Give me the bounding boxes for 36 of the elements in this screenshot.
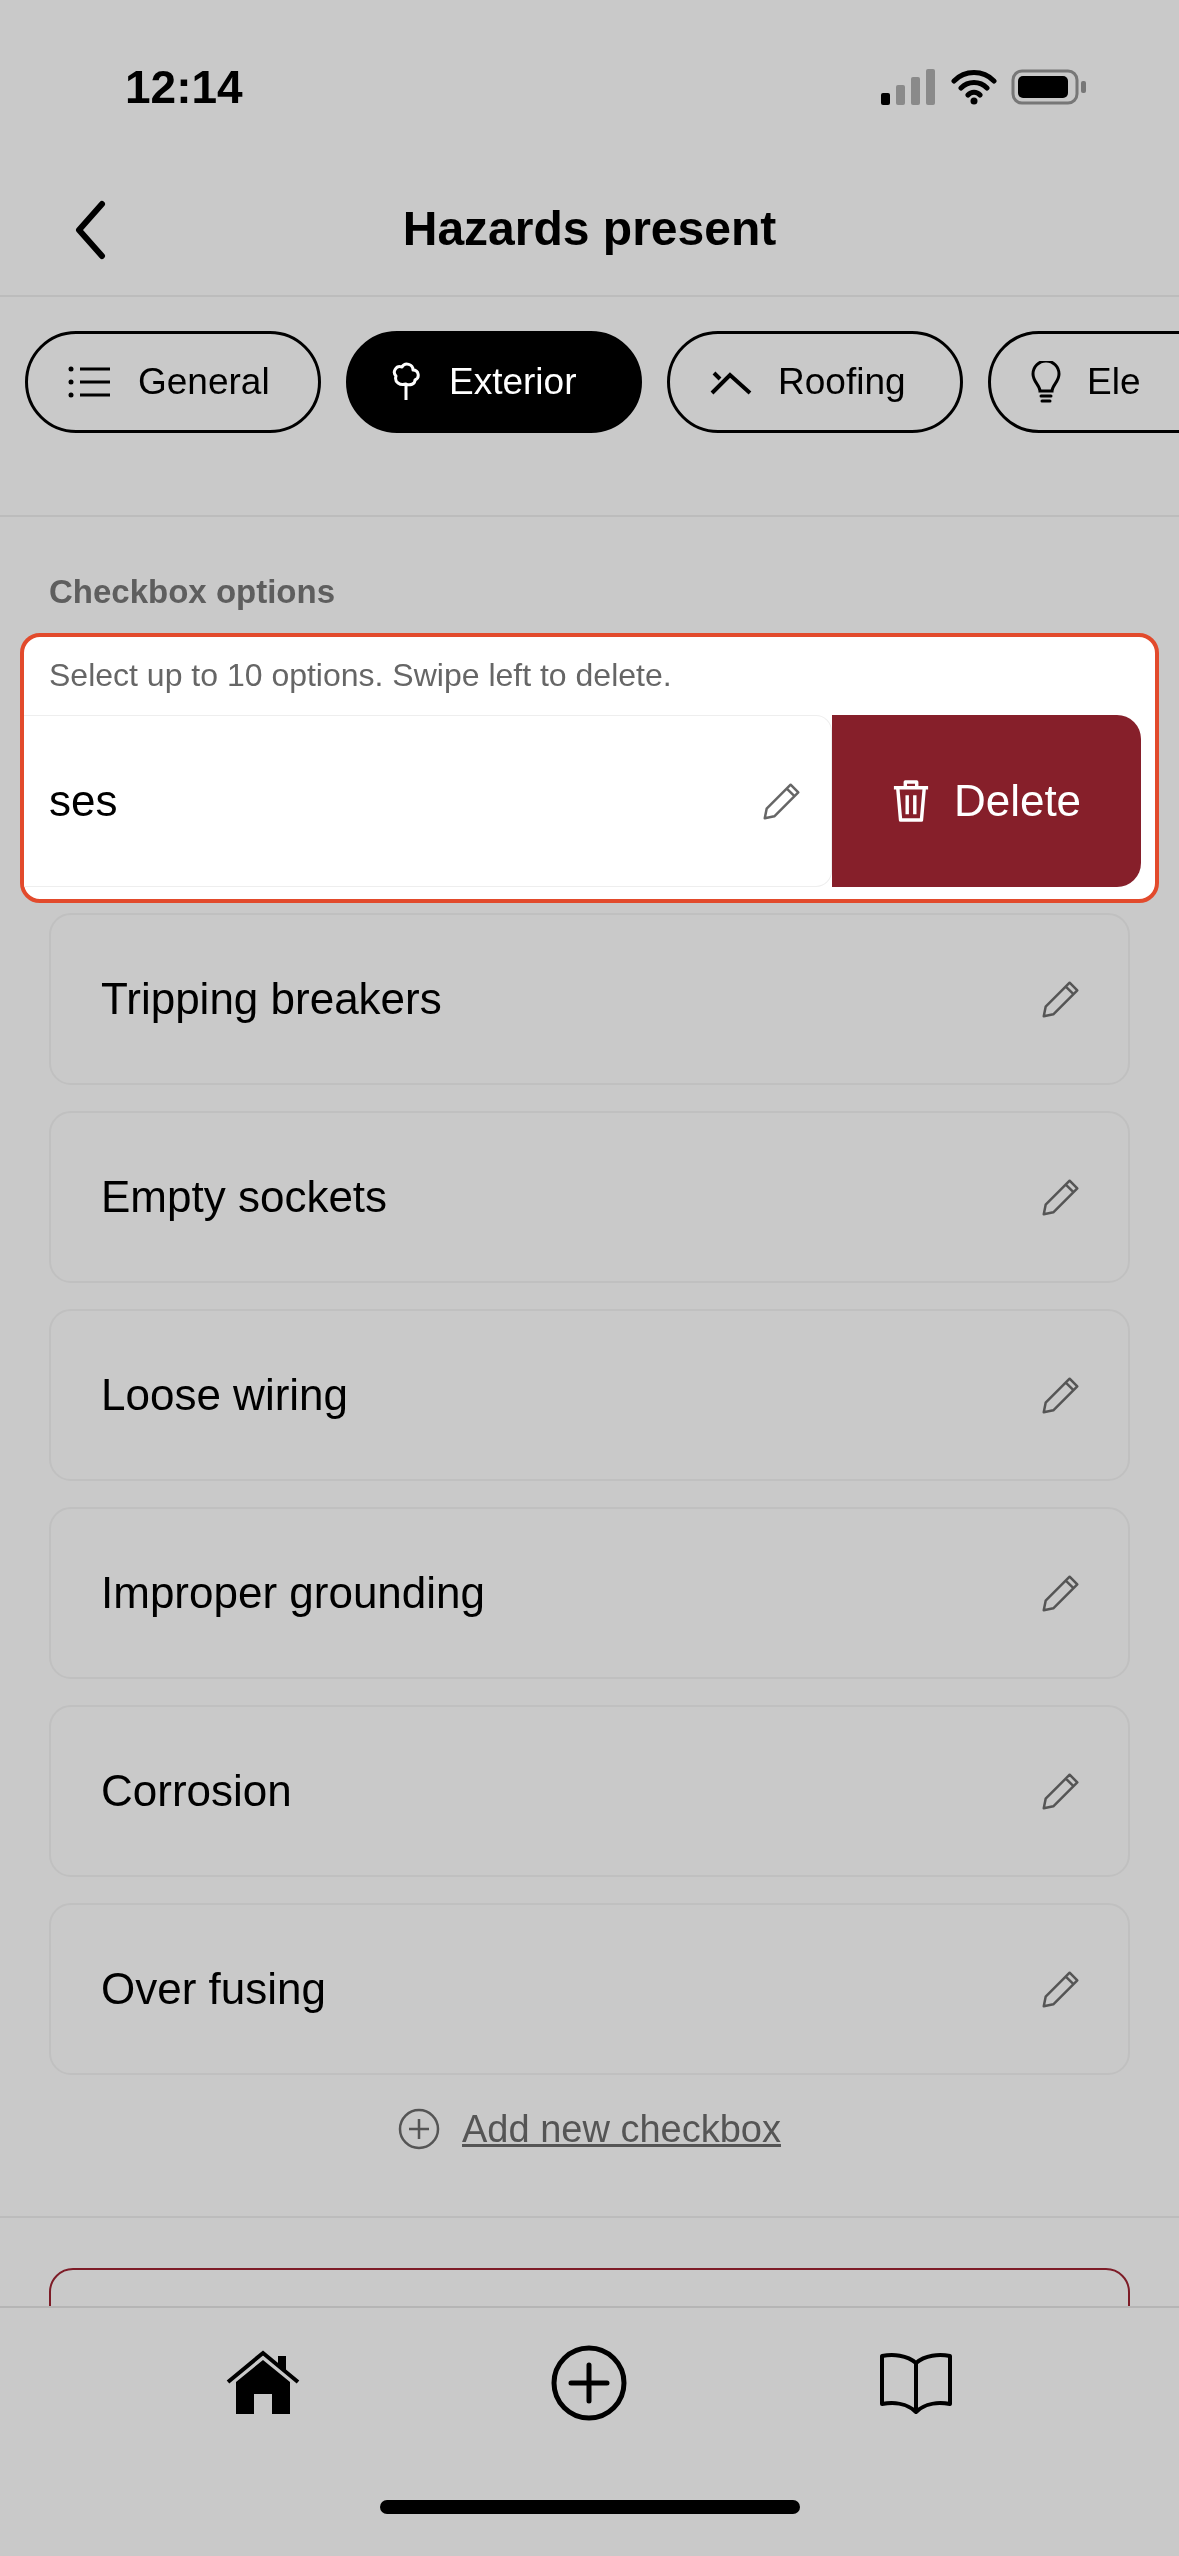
wifi-icon — [951, 69, 997, 105]
roof-icon — [710, 369, 752, 395]
option-row[interactable]: Over fusing — [49, 1902, 1130, 2075]
option-label: Corrosion — [101, 1764, 292, 1817]
category-tab[interactable]: Ele — [988, 331, 1179, 433]
option-row[interactable]: Tripping breakers — [49, 912, 1130, 1085]
option-row[interactable]: Empty sockets — [49, 1110, 1130, 1283]
lightbulb-icon — [1031, 361, 1061, 403]
signal-icon — [881, 69, 937, 105]
option-label: Improper grounding — [101, 1566, 485, 1619]
add-circle-icon — [398, 2108, 440, 2150]
status-time: 12:14 — [125, 59, 243, 115]
option-row[interactable]: Loose wiring — [49, 1308, 1130, 1481]
option-label: Loose wiring — [101, 1368, 349, 1421]
option-row[interactable]: ses — [24, 714, 832, 887]
page-title: Hazards present — [402, 200, 777, 257]
battery-icon — [1011, 69, 1087, 105]
option-row[interactable]: Corrosion — [49, 1704, 1130, 1877]
back-chevron-icon — [74, 200, 106, 260]
add-circle-icon[interactable] — [551, 2345, 628, 2421]
home-icon[interactable] — [225, 2350, 300, 2416]
hint-text: Select up to 10 options. Swipe left to delete. — [48, 655, 673, 695]
category-tab[interactable]: Roofing — [667, 331, 963, 433]
option-label: Empty sockets — [101, 1170, 388, 1223]
section-title: Checkbox options — [48, 572, 337, 612]
book-icon[interactable] — [879, 2351, 954, 2415]
option-label: Tripping breakers — [101, 972, 442, 1025]
category-tab[interactable]: Exterior — [346, 331, 642, 433]
trash-icon — [891, 777, 930, 824]
add-checkbox-link[interactable]: Add new checkbox — [462, 2100, 781, 2158]
category-tab[interactable]: General — [25, 331, 321, 433]
list-icon — [68, 365, 112, 399]
delete-button[interactable]: Delete — [832, 714, 1141, 887]
option-label: ses — [49, 774, 118, 827]
option-label: Over fusing — [101, 1962, 326, 2015]
option-row[interactable]: Improper grounding — [49, 1506, 1130, 1679]
